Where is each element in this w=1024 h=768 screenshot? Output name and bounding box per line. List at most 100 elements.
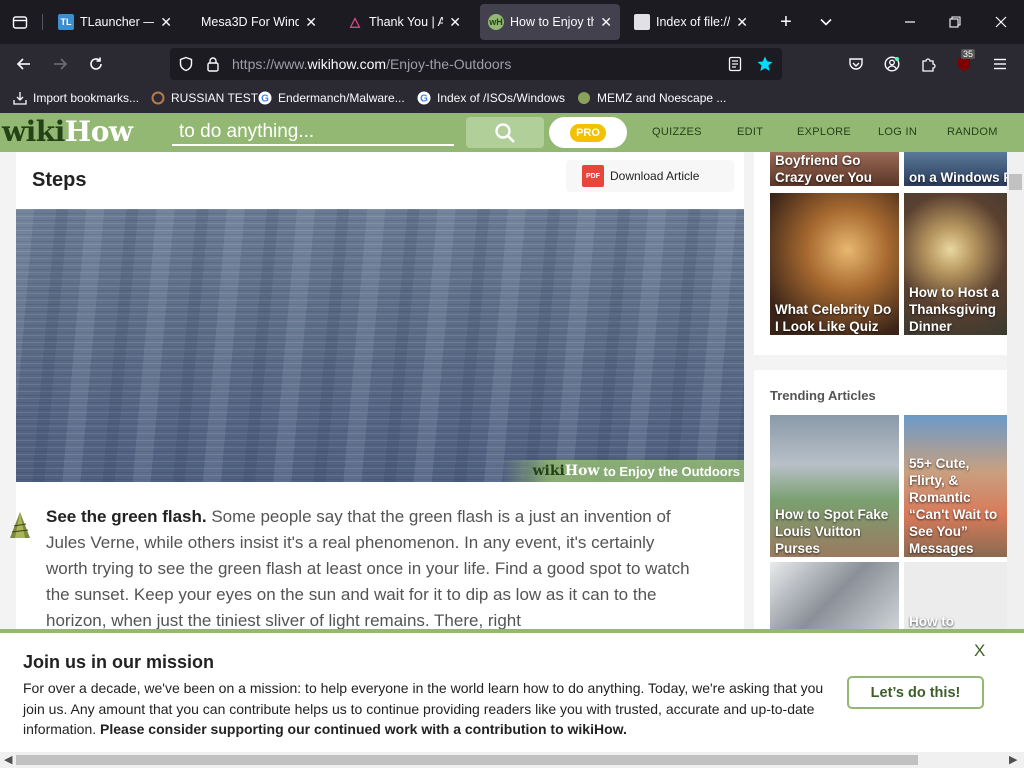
reload-button[interactable] [84,52,108,76]
search-input[interactable]: to do anything... [172,119,454,146]
wikihow-favicon-icon: wH [488,14,504,30]
shield-icon[interactable] [178,56,194,72]
puzzle-icon [922,58,936,72]
address-bar[interactable]: https://www.wikihow.com/Enjoy-the-Outdoo… [170,48,782,80]
tab-wikihow[interactable]: wH How to Enjoy the ✕ [480,4,620,40]
scroll-left-icon[interactable]: ◀ [4,753,12,766]
download-article-button[interactable]: PDF Download Article [566,160,734,192]
scrollbar-thumb[interactable] [1009,174,1022,190]
lets-do-this-button[interactable]: Let’s do this! [847,676,984,709]
wikihow-logo[interactable]: wikiHow [2,115,133,148]
extensions-button[interactable] [916,52,940,76]
related-card[interactable]: Boyfriend Go Crazy over You [770,152,899,186]
close-tab-icon[interactable]: ✕ [736,14,748,31]
close-tab-icon[interactable]: ✕ [449,14,461,31]
trending-title: Trending Articles [770,388,876,403]
search-icon [495,122,515,143]
water-surface [16,209,744,482]
reader-view-icon[interactable] [728,56,742,72]
related-articles: Boyfriend Go Crazy over You on a Windows… [754,152,1007,355]
tab-title: TLauncher — Do [80,15,154,29]
vertical-scrollbar[interactable] [1007,152,1024,629]
url-domain: wikihow.com [307,56,387,72]
bookmark-label: RUSSIAN TEST [171,91,259,105]
nav-log-in[interactable]: LOG IN [878,126,917,138]
minimize-icon [905,21,915,23]
scroll-right-icon[interactable]: ▶ [1009,753,1017,766]
image-watermark: wikiHow to Enjoy the Outdoors [502,460,744,482]
close-tab-icon[interactable]: ✕ [305,14,317,31]
bookmark-isos[interactable]: G Index of /ISOs/Windows [416,90,565,106]
horizontal-scrollbar[interactable]: ◀ ▶ [0,752,1024,768]
nav-random[interactable]: RANDOM [947,126,998,138]
related-card[interactable]: on a Windows PC: 8 Simple Tricks [904,152,1007,186]
url-text[interactable]: https://www.wikihow.com/Enjoy-the-Outdoo… [232,56,511,72]
related-card[interactable]: How to Host a Thanksgiving Dinner [904,193,1007,335]
tab-tlauncher[interactable]: TL TLauncher — Do ✕ [50,4,180,40]
pocket-button[interactable] [844,52,868,76]
close-icon [995,16,1007,28]
chevron-down-icon [820,18,832,26]
bookmark-russian-test[interactable]: RUSSIAN TEST [150,90,258,106]
card-caption: How to Host a Thanksgiving Dinner [909,285,999,334]
scrollbar-thumb[interactable] [16,755,918,765]
donation-banner: Join us in our mission X For over a deca… [0,629,1024,752]
lock-icon[interactable] [206,56,220,72]
bookmark-import[interactable]: Import bookmarks... [12,90,139,106]
tab-overflow-button[interactable] [814,10,838,34]
tab-separator [42,14,43,30]
bookmark-label: MEMZ and Noescape ... [597,91,727,105]
step-bold-text: See the green flash. [46,507,207,526]
card-caption: Boyfriend Go Crazy over You [775,153,873,185]
nav-explore[interactable]: EXPLORE [797,126,851,138]
minimize-button[interactable] [898,10,922,34]
account-icon [884,56,900,72]
card-caption: How to Spot Fake Louis Vuitton Purses [775,507,889,556]
pro-button[interactable]: PRO [549,117,627,148]
new-tab-button[interactable]: + [774,10,798,34]
bookmark-label: Endermanch/Malware... [278,91,405,105]
close-window-button[interactable] [989,10,1013,34]
tab-title: Index of file:///C [656,15,731,29]
tab-list-icon [12,16,28,29]
trending-card[interactable]: 55+ Cute, Flirty, & Romantic “Can't Wait… [904,415,1007,557]
app-menu-button[interactable] [988,52,1012,76]
nav-quizzes[interactable]: QUIZZES [652,126,702,138]
banner-text: For over a decade, we've been on a missi… [23,680,824,737]
card-caption: 55+ Cute, Flirty, & Romantic “Can't Wait… [909,456,998,556]
close-tab-icon[interactable]: ✕ [600,14,612,31]
close-tab-icon[interactable]: ✕ [160,14,172,31]
bookmark-label: Import bookmarks... [33,91,140,105]
card-caption: on a Windows PC: 8 Simple Tricks [909,170,1007,185]
navigation-toolbar: https://www.wikihow.com/Enjoy-the-Outdoo… [0,44,1024,84]
restore-button[interactable] [943,10,967,34]
trending-card[interactable] [770,562,899,630]
tab-adobe[interactable]: △ Thank You | Adol ✕ [339,4,469,40]
bookmark-endermanch[interactable]: G Endermanch/Malware... [257,90,405,106]
reload-icon [90,57,102,70]
forward-button[interactable] [48,52,72,76]
tab-index-file[interactable]: Index of file:///C ✕ [626,4,756,40]
step-image[interactable]: wikiHow to Enjoy the Outdoors [16,209,744,482]
tab-mesa3d[interactable]: Mesa3D For Window ✕ [185,4,325,40]
card-caption: What Celebrity Do I Look Like Quiz [775,302,892,334]
search-button[interactable] [466,117,544,148]
bookmark-star-icon[interactable] [756,55,774,73]
trending-card[interactable]: How to Spot Fake Louis Vuitton Purses [770,415,899,557]
restore-icon [949,16,961,28]
bookmark-label: Index of /ISOs/Windows [437,91,566,105]
svg-text:G: G [261,94,269,105]
account-button[interactable] [880,52,904,76]
related-card[interactable]: What Celebrity Do I Look Like Quiz [770,193,899,335]
extension-badge: 35 [961,49,976,59]
step-text: See the green flash. Some people say tha… [46,504,696,630]
bookmark-memz[interactable]: MEMZ and Noescape ... [576,90,726,106]
nav-edit[interactable]: EDIT [737,126,763,138]
back-button[interactable] [12,52,36,76]
list-all-tabs-button[interactable] [8,10,32,34]
ublock-extension-button[interactable]: 35 [952,49,976,76]
url-prefix: https://www. [232,56,308,72]
banner-close-button[interactable]: X [974,641,985,661]
globe-icon [150,90,166,106]
trending-card[interactable]: How to [904,562,1007,630]
